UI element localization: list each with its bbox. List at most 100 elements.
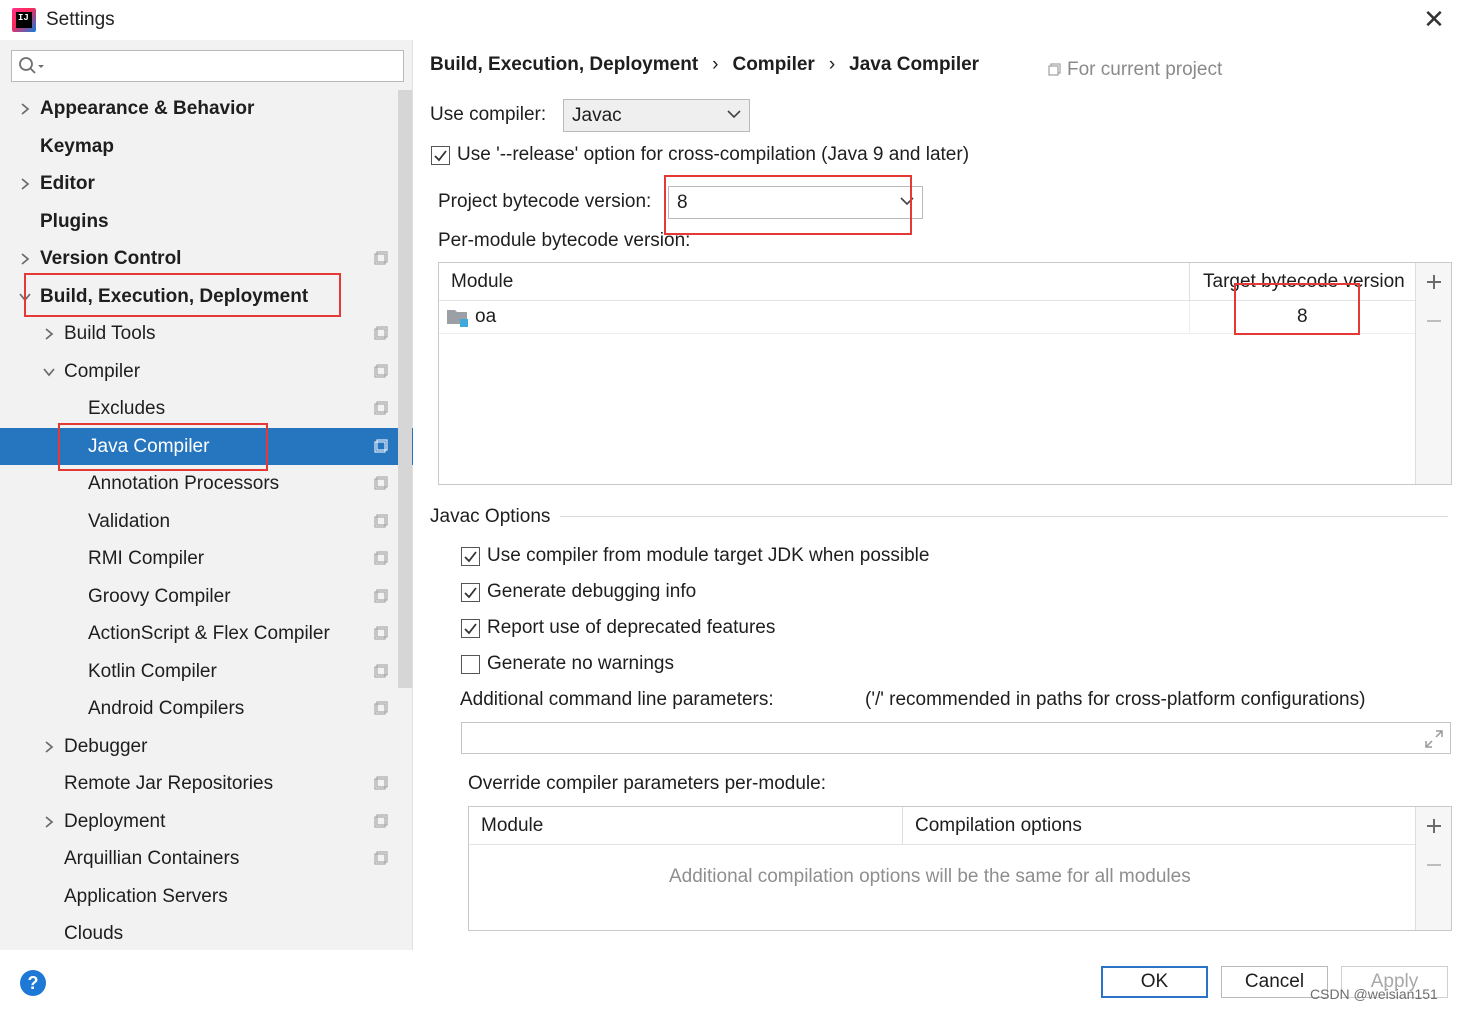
project-scope-icon [1048, 63, 1061, 76]
checkmark-icon [434, 150, 447, 162]
sidebar-scrollbar[interactable] [398, 90, 412, 688]
search-input[interactable] [11, 50, 404, 82]
project-scope-icon [374, 251, 388, 265]
additional-params-hint: ('/' recommended in paths for cross-plat… [865, 689, 1366, 710]
javac-option-label: Generate no warnings [487, 653, 674, 674]
project-scope-icon [374, 663, 388, 678]
sidebar-item-arquillian-containers[interactable]: Arquillian Containers [0, 840, 413, 877]
section-divider [560, 516, 1448, 517]
window-title: Settings [46, 9, 115, 30]
sidebar-item-label: Clouds [64, 923, 124, 944]
chevron-down-icon[interactable] [18, 290, 32, 304]
project-scope-icon [374, 476, 388, 490]
sidebar-item-label: Keymap [40, 135, 114, 157]
compiler-select[interactable]: Javac [563, 99, 750, 132]
project-scope-icon [374, 363, 388, 378]
column-header-compilation-options[interactable]: Compilation options [915, 807, 1082, 844]
chevron-down-icon [727, 110, 741, 119]
sidebar-item-clouds[interactable]: Clouds [0, 915, 413, 952]
chevron-right-icon[interactable] [42, 327, 56, 341]
remove-icon[interactable] [1427, 320, 1441, 322]
sidebar-item-editor[interactable]: Editor [0, 165, 413, 202]
sidebar-item-label: ActionScript & Flex Compiler [88, 623, 330, 644]
watermark: CSDN @weisian151 [1310, 986, 1438, 1002]
column-divider [1189, 263, 1190, 300]
project-bytecode-value: 8 [677, 192, 688, 213]
expand-icon[interactable] [1424, 729, 1444, 749]
checkmark-icon [464, 587, 477, 599]
javac-option-checkbox[interactable] [461, 547, 480, 566]
scope-text: For current project [1067, 59, 1223, 80]
sidebar-item-compiler[interactable]: Compiler [0, 353, 413, 390]
checkmark-icon [464, 551, 477, 563]
chevron-right-icon[interactable] [18, 177, 32, 191]
title-bar: IJ Settings ✕ [0, 0, 1468, 40]
javac-option-label: Report use of deprecated features [487, 617, 776, 638]
sidebar-item-label: Compiler [64, 360, 141, 382]
scope-label: For current project [1048, 59, 1222, 81]
target-bytecode-value[interactable]: 8 [1297, 306, 1308, 328]
sidebar-item-version-control[interactable]: Version Control [0, 240, 413, 277]
sidebar-item-rmi-compiler[interactable]: RMI Compiler [0, 540, 413, 577]
chevron-right-icon[interactable] [18, 102, 32, 116]
column-header-target[interactable]: Target bytecode version [1203, 263, 1405, 300]
sidebar-item-label: Debugger [64, 735, 148, 757]
sidebar-item-groovy-compiler[interactable]: Groovy Compiler [0, 578, 413, 615]
sidebar-item-java-compiler[interactable]: Java Compiler [0, 427, 413, 465]
sidebar-item-validation[interactable]: Validation [0, 503, 413, 540]
chevron-right-icon[interactable] [18, 252, 32, 266]
sidebar-item-label: Java Compiler [88, 435, 210, 457]
sidebar-item-build-execution-deployment[interactable]: Build, Execution, Deployment [0, 278, 413, 315]
add-icon[interactable] [1425, 817, 1443, 835]
additional-params-input[interactable] [461, 722, 1451, 754]
chevron-down-icon[interactable] [42, 365, 56, 379]
help-icon[interactable]: ? [20, 970, 46, 996]
sidebar-item-remote-jar-repositories[interactable]: Remote Jar Repositories [0, 765, 413, 802]
project-bytecode-select[interactable]: 8 [668, 186, 923, 219]
javac-options-title: Javac Options [430, 506, 551, 527]
checkmark-icon [464, 623, 477, 635]
column-header-module[interactable]: Module [481, 807, 543, 844]
release-option-checkbox[interactable] [431, 146, 450, 165]
override-params-table: Module Compilation options Additional co… [468, 806, 1452, 931]
javac-option-checkbox[interactable] [461, 619, 480, 638]
project-scope-icon [374, 813, 388, 828]
sidebar-item-label: Validation [88, 510, 171, 532]
sidebar-item-label: Build, Execution, Deployment [40, 285, 309, 307]
sidebar-item-application-servers[interactable]: Application Servers [0, 878, 413, 915]
module-folder-icon [447, 310, 468, 327]
table-toolbar [1415, 263, 1451, 484]
javac-option-checkbox[interactable] [461, 655, 480, 674]
breadcrumb-part: Java Compiler [849, 54, 980, 75]
sidebar-item-deployment[interactable]: Deployment [0, 803, 413, 840]
table-row[interactable]: oa 8 [439, 301, 1415, 334]
remove-icon[interactable] [1427, 864, 1441, 866]
sidebar-item-appearance-behavior[interactable]: Appearance & Behavior [0, 90, 413, 127]
sidebar-item-android-compilers[interactable]: Android Compilers [0, 690, 413, 727]
ok-button[interactable]: OK [1101, 966, 1208, 998]
sidebar-item-debugger[interactable]: Debugger [0, 728, 413, 765]
sidebar-item-actionscript-flex-compiler[interactable]: ActionScript & Flex Compiler [0, 615, 413, 652]
settings-sidebar: Appearance & Behavior Keymap Editor Plugins… [0, 40, 413, 950]
chevron-right-icon[interactable] [42, 815, 56, 829]
sidebar-item-plugins[interactable]: Plugins [0, 203, 413, 240]
project-scope-icon [374, 551, 388, 565]
column-header-module[interactable]: Module [451, 263, 513, 300]
sidebar-item-build-tools[interactable]: Build Tools [0, 315, 413, 352]
override-label: Override compiler parameters per-module: [468, 773, 826, 794]
sidebar-item-excludes[interactable]: Excludes [0, 390, 413, 427]
sidebar-item-keymap[interactable]: Keymap [0, 128, 413, 165]
chevron-right-icon[interactable] [42, 740, 56, 754]
add-icon[interactable] [1425, 273, 1443, 291]
javac-option-checkbox[interactable] [461, 583, 480, 602]
column-divider [1189, 301, 1190, 334]
sidebar-item-annotation-processors[interactable]: Annotation Processors [0, 465, 413, 502]
release-option-label: Use '--release' option for cross-compila… [457, 144, 970, 165]
sidebar-item-label: RMI Compiler [88, 548, 205, 569]
project-scope-icon [374, 776, 388, 790]
close-icon[interactable]: ✕ [1420, 4, 1448, 34]
sidebar-item-label: Plugins [40, 210, 109, 232]
sidebar-item-kotlin-compiler[interactable]: Kotlin Compiler [0, 653, 413, 690]
breadcrumb: Build, Execution, Deployment › Compiler › Ja… [430, 54, 979, 76]
sidebar-item-label: Annotation Processors [88, 473, 280, 494]
